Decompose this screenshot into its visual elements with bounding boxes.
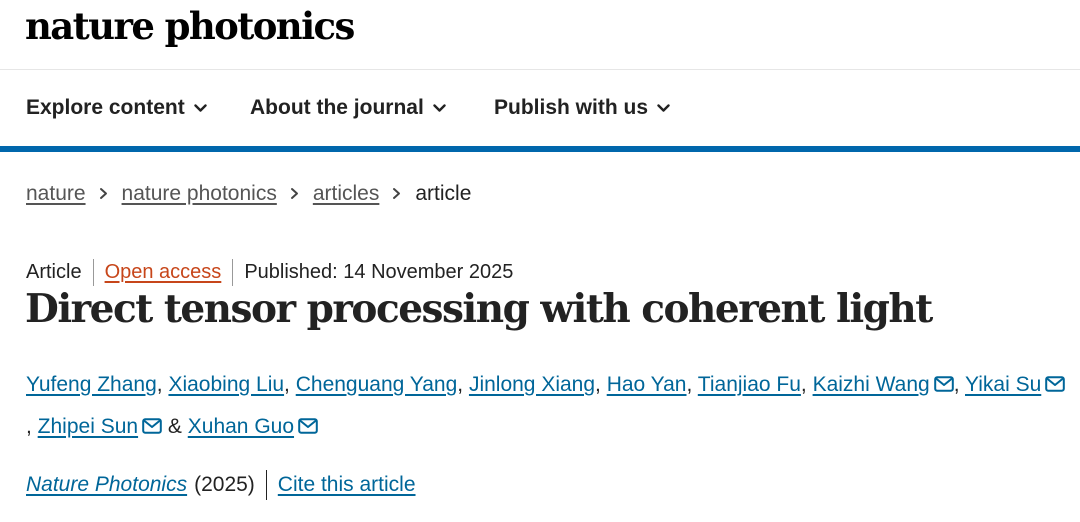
article-type: Article — [26, 261, 82, 283]
journal-logo[interactable]: nature photonics — [25, 4, 355, 48]
breadcrumb-nature-photonics[interactable]: nature photonics — [122, 182, 277, 206]
author-link[interactable]: Yufeng Zhang — [26, 373, 157, 396]
article-meta: Article Open access Published: 14 Novemb… — [26, 259, 513, 286]
nav-accent-rule — [0, 146, 1080, 152]
breadcrumb: nature nature photonics articles article — [26, 182, 471, 206]
nav-about-journal[interactable]: About the journal — [250, 96, 446, 120]
author-link[interactable]: Tianjiao Fu — [698, 373, 801, 396]
article-title: Direct tensor processing with coherent l… — [25, 286, 933, 332]
author-separator: & — [162, 415, 188, 438]
envelope-icon[interactable] — [1045, 376, 1066, 392]
chevron-right-icon — [392, 182, 401, 206]
nav-explore-content[interactable]: Explore content — [26, 96, 207, 120]
citation-divider — [265, 470, 267, 500]
main-nav: Explore content About the journal Publis… — [0, 70, 1080, 146]
author-link[interactable]: Jinlong Xiang — [469, 373, 595, 396]
author-link[interactable]: Xiaobing Liu — [168, 373, 284, 396]
nav-item-label: Publish with us — [494, 96, 649, 119]
author-separator: , — [457, 373, 469, 396]
journal-name-link[interactable]: Nature Photonics — [26, 473, 187, 497]
author-separator: , — [26, 415, 38, 438]
chevron-right-icon — [290, 182, 299, 206]
brand-header: nature photonics — [0, 0, 1080, 70]
author-separator: , — [686, 373, 698, 396]
published-date: Published: 14 November 2025 — [244, 261, 514, 283]
author-link[interactable]: Chenguang Yang — [296, 373, 458, 396]
author-separator: , — [284, 373, 296, 396]
author-link[interactable]: Kaizhi Wang — [813, 373, 930, 396]
breadcrumb-articles[interactable]: articles — [313, 182, 380, 206]
meta-divider — [232, 259, 234, 286]
envelope-icon[interactable] — [142, 418, 162, 434]
nav-item-label: About the journal — [250, 96, 424, 119]
chevron-down-icon — [194, 103, 207, 112]
chevron-right-icon — [99, 182, 108, 206]
nav-publish-with-us[interactable]: Publish with us — [494, 96, 670, 120]
author-link[interactable]: Yikai Su — [965, 373, 1041, 396]
author-separator: , — [800, 373, 813, 396]
author-link[interactable]: Xuhan Guo — [188, 415, 294, 438]
author-separator: , — [953, 373, 965, 396]
author-link[interactable]: Zhipei Sun — [38, 415, 138, 438]
chevron-down-icon — [657, 103, 670, 112]
breadcrumb-nature[interactable]: nature — [26, 182, 86, 206]
envelope-icon[interactable] — [298, 418, 318, 434]
author-separator: , — [595, 373, 607, 396]
envelope-icon[interactable] — [933, 376, 954, 392]
breadcrumb-current: article — [415, 182, 472, 205]
open-access-link[interactable]: Open access — [105, 261, 222, 284]
author-link[interactable]: Hao Yan — [607, 373, 687, 396]
nav-item-label: Explore content — [26, 96, 185, 119]
chevron-down-icon — [433, 103, 446, 112]
cite-article-link[interactable]: Cite this article — [278, 473, 416, 497]
meta-divider — [92, 259, 94, 286]
author-separator: , — [156, 373, 169, 396]
publication-year: (2025) — [194, 473, 255, 496]
journal-citation: Nature Photonics (2025) Cite this articl… — [26, 470, 416, 500]
author-list: Yufeng Zhang, Xiaobing Liu, Chenguang Ya… — [26, 364, 1066, 448]
